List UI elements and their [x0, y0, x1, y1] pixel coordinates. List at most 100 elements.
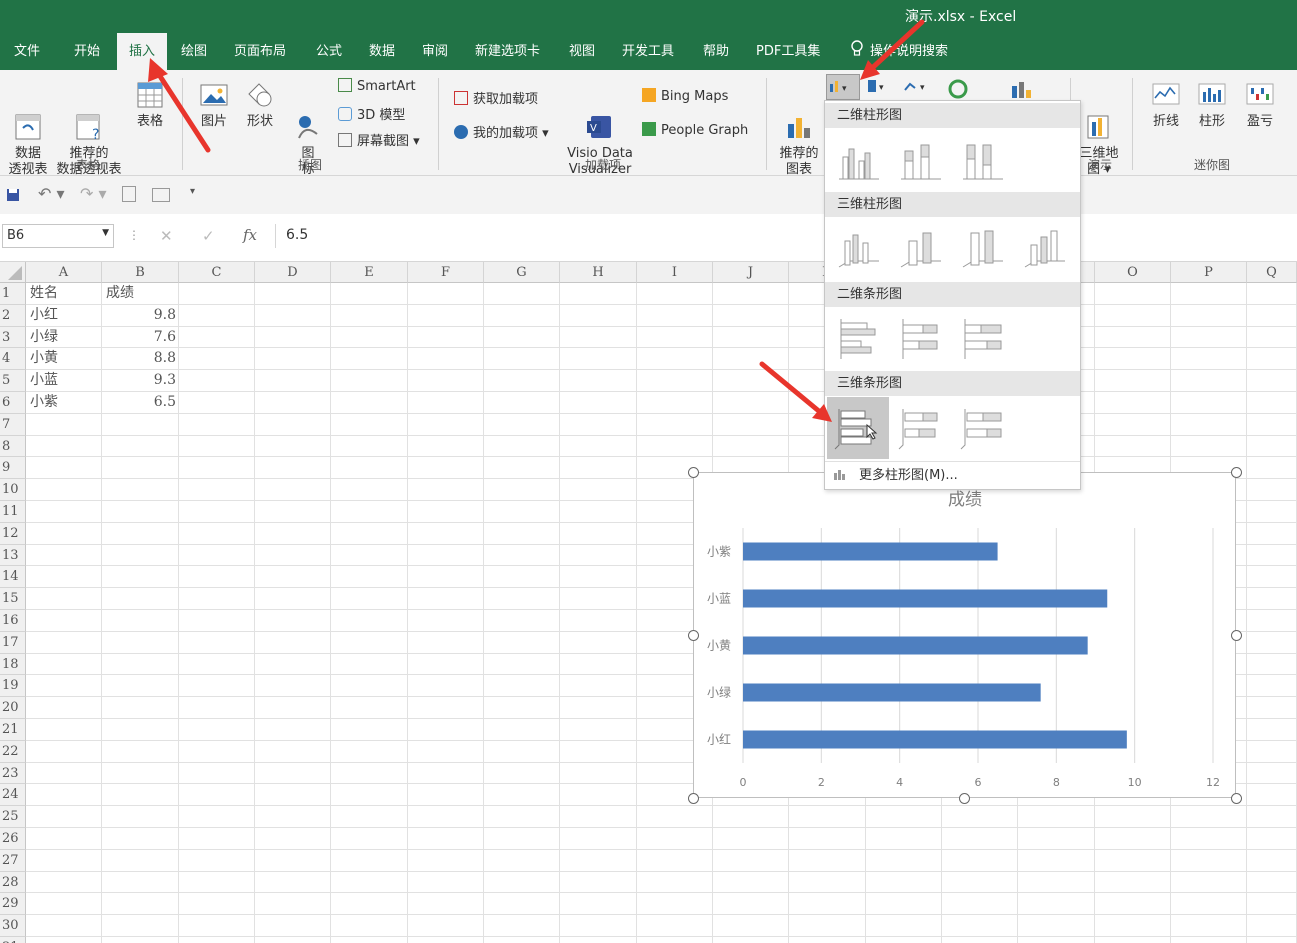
column-header[interactable]: I — [637, 262, 713, 283]
3d-column-option[interactable] — [1015, 219, 1075, 279]
row-header[interactable]: 26 — [0, 828, 26, 850]
row-header[interactable]: 8 — [0, 435, 26, 458]
3d-100-stacked-bar-option[interactable] — [953, 397, 1013, 457]
table-button[interactable]: 表格 — [128, 80, 172, 130]
resize-handle[interactable] — [688, 793, 699, 804]
tab-page-layout[interactable]: 页面布局 — [234, 33, 286, 70]
tab-pdf-tools[interactable]: PDF工具集 — [756, 33, 820, 70]
row-header[interactable]: 22 — [0, 740, 26, 763]
row-header[interactable]: 25 — [0, 806, 26, 828]
tab-help[interactable]: 帮助 — [703, 33, 729, 70]
row-header[interactable]: 6 — [0, 392, 26, 414]
row-header[interactable]: 28 — [0, 871, 26, 894]
row-header[interactable]: 16 — [0, 610, 26, 632]
row-header[interactable]: 30 — [0, 915, 26, 937]
100-stacked-bar-option[interactable] — [953, 309, 1013, 369]
row-header[interactable]: 29 — [0, 893, 26, 916]
row-header[interactable]: 31 — [0, 937, 26, 943]
row-header[interactable]: 9 — [0, 457, 26, 480]
tab-file[interactable]: 文件 — [14, 33, 40, 70]
column-header[interactable]: P — [1171, 262, 1247, 283]
sparkline-winloss-button[interactable]: 盈亏 — [1240, 80, 1280, 130]
3d-clustered-bar-option[interactable] — [827, 397, 889, 459]
row-header[interactable]: 5 — [0, 370, 26, 392]
undo-icon[interactable]: ↶ ▾ — [38, 184, 65, 203]
3d-100-stacked-column-option[interactable] — [953, 219, 1013, 279]
print-preview-icon[interactable] — [122, 186, 136, 202]
resize-handle[interactable] — [688, 467, 699, 478]
tab-new[interactable]: 新建选项卡 — [475, 33, 540, 70]
text-cell[interactable]: 小绿 — [30, 327, 58, 348]
select-all-corner[interactable] — [0, 262, 26, 283]
column-header[interactable]: A — [26, 262, 102, 283]
resize-handle[interactable] — [959, 793, 970, 804]
fx-icon[interactable]: fx — [243, 226, 257, 244]
column-header[interactable]: J — [713, 262, 789, 283]
hierarchy-chart-button[interactable]: ▾ — [866, 78, 892, 98]
text-cell[interactable]: 小蓝 — [30, 370, 58, 391]
text-cell[interactable]: 小黄 — [30, 348, 58, 369]
text-cell[interactable]: 小红 — [30, 305, 58, 326]
tab-data[interactable]: 数据 — [369, 33, 395, 70]
sparkline-line-button[interactable]: 折线 — [1146, 80, 1186, 130]
resize-handle[interactable] — [1231, 630, 1242, 641]
row-header[interactable]: 21 — [0, 719, 26, 741]
smartart-button[interactable]: SmartArt — [338, 78, 416, 94]
my-addins-button[interactable]: 我的加载项 ▾ — [454, 122, 549, 141]
more-column-charts[interactable]: 更多柱形图(M)... — [825, 461, 1080, 489]
resize-handle[interactable] — [1231, 467, 1242, 478]
column-header[interactable]: Q — [1247, 262, 1297, 283]
bar-chart[interactable]: 成绩 0 2 4 6 8 10 12 小红 小绿 小黄 小蓝 小紫 — [688, 467, 1242, 804]
get-addins-button[interactable]: 获取加载项 — [454, 88, 538, 107]
column-header[interactable]: O — [1095, 262, 1171, 283]
enter-icon[interactable]: ✓ — [202, 227, 215, 245]
insert-bar-chart-button[interactable]: ▾ — [826, 74, 860, 100]
column-header[interactable]: B — [102, 262, 179, 283]
row-header[interactable]: 10 — [0, 479, 26, 501]
picture-button[interactable]: 图片 — [194, 80, 234, 130]
stacked-column-option[interactable] — [891, 131, 951, 191]
tell-me-search[interactable]: 操作说明搜索 — [850, 33, 948, 70]
tab-review[interactable]: 审阅 — [422, 33, 448, 70]
row-header[interactable]: 11 — [0, 501, 26, 523]
customize-qat-icon[interactable]: ▾ — [190, 186, 195, 197]
clustered-column-option[interactable] — [829, 131, 889, 191]
row-header[interactable]: 12 — [0, 522, 26, 545]
redo-icon[interactable]: ↷ ▾ — [80, 184, 107, 203]
shapes-button[interactable]: 形状 — [240, 80, 280, 130]
column-header[interactable]: G — [484, 262, 560, 283]
cancel-icon[interactable]: ✕ — [160, 227, 173, 245]
screenshot-button[interactable]: 屏幕截图 ▾ — [338, 130, 420, 149]
row-header[interactable]: 20 — [0, 697, 26, 719]
100-stacked-column-option[interactable] — [953, 131, 1013, 191]
tab-formulas[interactable]: 公式 — [316, 33, 342, 70]
row-header[interactable]: 18 — [0, 653, 26, 676]
pivot-table-button[interactable]: 数据 透视表 — [6, 80, 50, 178]
text-cell[interactable]: 成绩 — [106, 283, 134, 304]
text-cell[interactable]: 小紫 — [30, 392, 58, 413]
row-header[interactable]: 7 — [0, 413, 26, 436]
pivot-chart-button[interactable] — [1008, 78, 1036, 100]
column-header[interactable]: F — [408, 262, 484, 283]
pie-chart-button[interactable] — [946, 78, 974, 100]
tab-developer[interactable]: 开发工具 — [622, 33, 674, 70]
name-box[interactable]: B6 ▼ — [2, 224, 114, 248]
row-header[interactable]: 24 — [0, 784, 26, 807]
row-header[interactable]: 14 — [0, 566, 26, 589]
clustered-bar-option[interactable] — [829, 309, 889, 369]
row-header[interactable]: 13 — [0, 544, 26, 567]
row-header[interactable]: 27 — [0, 849, 26, 872]
3d-stacked-column-option[interactable] — [891, 219, 951, 279]
column-header[interactable]: C — [179, 262, 255, 283]
row-header[interactable]: 3 — [0, 326, 26, 349]
tab-draw[interactable]: 绘图 — [181, 33, 207, 70]
tab-home[interactable]: 开始 — [74, 33, 100, 70]
recommended-charts-button[interactable]: 推荐的 图表 — [776, 80, 822, 178]
column-header[interactable]: D — [255, 262, 331, 283]
stacked-bar-option[interactable] — [891, 309, 951, 369]
row-header[interactable]: 19 — [0, 675, 26, 698]
row-header[interactable]: 15 — [0, 588, 26, 610]
people-graph-button[interactable]: People Graph — [642, 122, 748, 138]
resize-handle[interactable] — [688, 630, 699, 641]
sparkline-column-button[interactable]: 柱形 — [1192, 80, 1232, 130]
